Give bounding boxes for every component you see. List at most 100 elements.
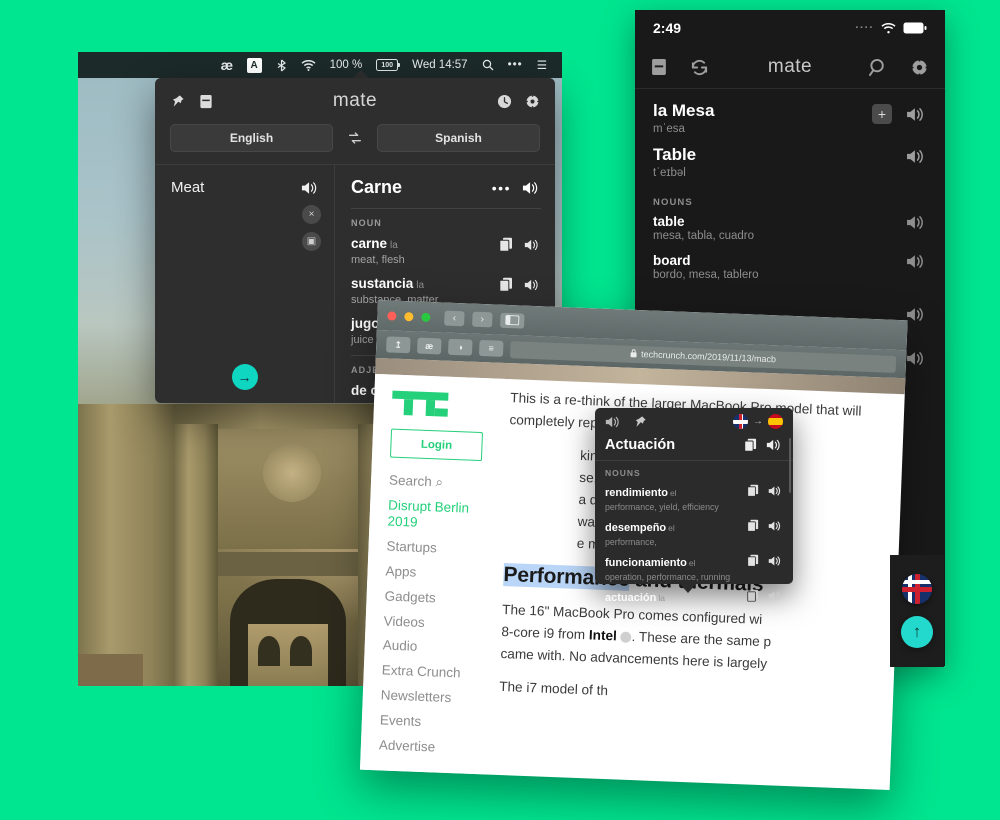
minimize-window-button[interactable] — [404, 312, 413, 321]
nav-newsletters[interactable]: Newsletters — [381, 688, 494, 708]
speaker-glyph — [301, 180, 320, 196]
uk-flag-icon[interactable] — [733, 414, 748, 429]
login-button[interactable]: Login — [390, 429, 483, 462]
source-language-button[interactable]: English — [170, 124, 333, 152]
add-to-phrasebook-button[interactable]: + — [872, 104, 892, 124]
copy-icon[interactable] — [747, 484, 759, 497]
control-center-icon[interactable]: ••• — [501, 52, 530, 78]
bluetooth-icon[interactable] — [269, 52, 294, 78]
input-source-indicator[interactable]: A — [240, 52, 269, 78]
speaker-icon[interactable] — [522, 180, 541, 196]
lock-icon — [630, 348, 637, 359]
wifi-icon[interactable] — [294, 52, 323, 78]
nav-audio[interactable]: Audio — [382, 638, 495, 658]
copy-icon[interactable] — [499, 277, 513, 292]
speaker-icon[interactable] — [906, 106, 927, 123]
popover-scrollbar[interactable] — [789, 438, 792, 493]
popover-entry[interactable]: desempeñoel performance, — [595, 518, 793, 553]
nav-search[interactable]: Search ⌕ — [389, 473, 502, 493]
mobile-dictionary-entry[interactable]: board bordo, mesa, tablero — [635, 253, 945, 292]
popover-pos-label: NOUNS — [595, 461, 793, 483]
techcrunch-logo[interactable] — [392, 391, 449, 417]
nav-extra-crunch[interactable]: Extra Crunch — [381, 663, 494, 683]
dictionary-icon[interactable] — [199, 94, 213, 109]
speaker-icon[interactable] — [768, 485, 783, 497]
gear-icon[interactable] — [525, 94, 540, 109]
reader-button[interactable]: ≡ — [479, 340, 504, 357]
nav-advertise[interactable]: Advertise — [379, 738, 492, 758]
speaker-glyph — [906, 214, 927, 231]
speaker-glyph — [524, 278, 541, 292]
dark-mode-button[interactable]: ◑ — [448, 339, 473, 356]
speaker-icon[interactable] — [524, 238, 541, 252]
mate-translation-popover: → Actuación NOUNS rendimientoel performa… — [595, 408, 793, 584]
speaker-icon[interactable] — [906, 214, 927, 231]
speaker-icon[interactable] — [768, 590, 783, 602]
copy-glyph — [747, 519, 759, 532]
mobile-dictionary-entry[interactable]: table mesa, tabla, cuadro — [635, 214, 945, 253]
clear-text-button[interactable]: × — [302, 205, 321, 224]
speaker-icon[interactable] — [768, 555, 783, 567]
speaker-icon[interactable] — [524, 278, 541, 292]
more-options-icon[interactable]: ••• — [492, 180, 511, 196]
sidebar-toggle-button[interactable] — [500, 312, 525, 328]
share-button[interactable]: ↥ — [386, 336, 411, 353]
speaker-icon[interactable] — [301, 180, 320, 196]
pin-icon[interactable] — [170, 94, 185, 109]
nav-videos[interactable]: Videos — [383, 613, 496, 633]
spotlight-search-icon[interactable] — [475, 52, 501, 78]
mobile-word-card[interactable]: Table tˈeɪbəl — [635, 143, 945, 187]
nav-apps[interactable]: Apps — [385, 563, 498, 583]
copy-icon[interactable] — [744, 438, 757, 452]
camera-ocr-button[interactable]: ▣ — [302, 232, 321, 251]
spain-flag-icon[interactable] — [768, 414, 783, 429]
scroll-up-button[interactable]: ↑ — [901, 616, 933, 648]
article-line: came with. No advancements here is large… — [500, 646, 767, 671]
mobile-word: Table — [653, 145, 906, 165]
copy-icon[interactable] — [747, 589, 759, 602]
entry-headword: rendimiento — [605, 487, 668, 499]
macos-menubar[interactable]: æ A 100 % 100 Wed 14:57 — [78, 52, 562, 78]
source-word[interactable]: Meat — [171, 179, 204, 196]
zoom-window-button[interactable] — [421, 312, 430, 321]
article-link-intel[interactable]: Intel — [589, 627, 618, 643]
pin-icon[interactable] — [633, 415, 647, 429]
translate-go-button[interactable]: → — [232, 364, 258, 390]
entry-headword: board — [653, 253, 906, 268]
bluetooth-glyph — [276, 59, 287, 72]
back-button[interactable]: ‹ — [444, 310, 465, 326]
speaker-icon[interactable] — [906, 148, 927, 165]
mate-menu-icon[interactable]: æ — [214, 52, 240, 78]
speaker-glyph — [768, 520, 783, 532]
speaker-icon[interactable] — [605, 415, 622, 429]
forward-button[interactable]: › — [472, 311, 493, 327]
speaker-icon[interactable] — [768, 520, 783, 532]
nav-gadgets[interactable]: Gadgets — [384, 588, 497, 608]
popover-entry[interactable]: rendimientoel performance, yield, effici… — [595, 483, 793, 518]
mobile-word-card[interactable]: la Mesa mˈesa + — [635, 89, 945, 143]
speaker-icon[interactable] — [906, 253, 927, 270]
copy-icon[interactable] — [747, 554, 759, 567]
history-clock-icon[interactable] — [497, 94, 512, 109]
mate-extension-button[interactable]: æ — [417, 338, 442, 355]
swap-languages-button[interactable] — [343, 130, 367, 146]
speaker-icon[interactable] — [766, 438, 783, 452]
copy-icon[interactable] — [747, 519, 759, 532]
menubar-clock[interactable]: Wed 14:57 — [405, 52, 474, 78]
uk-flag-icon[interactable] — [902, 574, 932, 604]
close-window-button[interactable] — [387, 311, 396, 320]
notification-center-icon[interactable]: ☰ — [530, 52, 554, 78]
book-glyph — [199, 94, 213, 109]
copy-icon[interactable] — [499, 237, 513, 252]
nav-disrupt-berlin[interactable]: Disrupt Berlin 2019 — [387, 497, 488, 533]
dictionary-entry[interactable]: carnela meat, flesh — [351, 235, 541, 266]
mobile-app-title: mate — [635, 56, 945, 78]
nav-startups[interactable]: Startups — [386, 538, 499, 558]
article-line: The i7 model of th — [499, 679, 608, 698]
entry-article: el — [689, 558, 696, 568]
entry-article: el — [670, 488, 677, 498]
nav-events[interactable]: Events — [380, 713, 493, 733]
techcrunch-sidebar: Login Search ⌕ Disrupt Berlin 2019 Start… — [360, 374, 505, 775]
target-language-button[interactable]: Spanish — [377, 124, 540, 152]
battery-icon[interactable]: 100 — [369, 52, 405, 78]
